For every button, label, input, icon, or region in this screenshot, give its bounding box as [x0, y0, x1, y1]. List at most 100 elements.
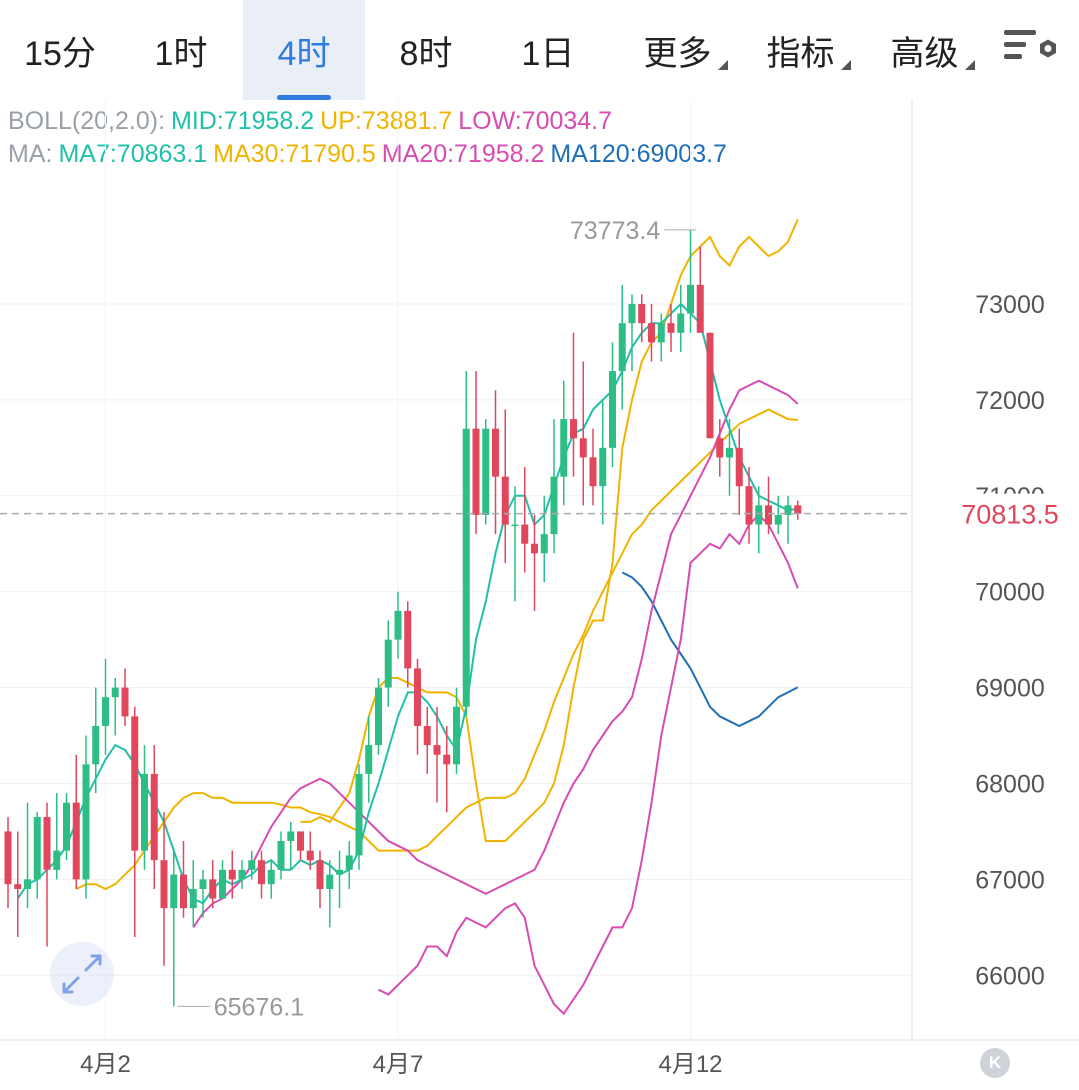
- candle-body: [345, 855, 353, 870]
- candle-body: [43, 817, 51, 870]
- tab-15m[interactable]: 15分: [0, 0, 120, 100]
- candle-body: [297, 831, 304, 851]
- candle-body: [501, 476, 509, 525]
- timeframe-tab-bar: 15分 1时 4时 8时 1日 更多 指标 高级: [0, 0, 1079, 100]
- candle-body: [716, 438, 724, 458]
- ma30-line: [75, 408, 798, 891]
- high-price-label: 73773.4: [570, 217, 660, 245]
- candle-body: [540, 534, 548, 554]
- candle-body: [111, 687, 119, 698]
- candle-body: [745, 486, 753, 525]
- tab-more[interactable]: 更多: [625, 0, 730, 100]
- candle-body: [706, 332, 714, 439]
- candle-body: [267, 869, 275, 885]
- candle-body: [794, 505, 802, 514]
- candle-body: [657, 323, 665, 343]
- candle-body: [209, 879, 217, 899]
- candle-body: [638, 304, 646, 324]
- last-price-label: 70813.5: [961, 500, 1059, 530]
- boll-upper-line: [300, 218, 799, 842]
- candle-body: [677, 313, 685, 333]
- dropdown-caret-icon: [965, 60, 975, 70]
- expand-chart-button[interactable]: [50, 942, 114, 1006]
- candle-body: [384, 639, 392, 688]
- candle-body: [248, 860, 256, 870]
- candle-body: [160, 860, 168, 909]
- price-tick-label: 73000: [975, 291, 1045, 319]
- candle-body: [609, 371, 616, 448]
- candle-body: [765, 505, 772, 525]
- price-tick-label: 69000: [975, 675, 1045, 703]
- candle-body: [121, 687, 129, 717]
- price-tick-label: 66000: [975, 962, 1045, 990]
- candle-body: [365, 745, 373, 774]
- candle-body: [4, 831, 12, 885]
- price-tick-label: 67000: [975, 866, 1045, 894]
- candle-body: [14, 884, 22, 889]
- candle-body: [687, 284, 694, 314]
- candle-body: [560, 419, 568, 477]
- tab-label: 1日: [521, 34, 575, 73]
- candle-body: [238, 869, 246, 880]
- candle-body: [277, 841, 285, 870]
- date-tick-label: 4月7: [373, 1051, 424, 1078]
- candle-body: [53, 850, 61, 870]
- candle-body: [628, 304, 636, 324]
- boll-lower-line: [378, 513, 799, 1016]
- candle-body: [375, 687, 382, 746]
- low-price-label: 65676.1: [214, 993, 304, 1021]
- candle-body: [219, 869, 226, 899]
- candle-body: [589, 457, 597, 487]
- tab-8h[interactable]: 8时: [365, 0, 487, 100]
- price-tick-label: 70000: [975, 579, 1045, 607]
- candle-body: [423, 725, 431, 746]
- candle-body: [618, 323, 626, 372]
- candlestick-chart[interactable]: 7300072000710007000069000680006700066000…: [0, 100, 1079, 1090]
- candle-body: [141, 773, 148, 851]
- tab-label: 高级: [890, 34, 959, 73]
- candle-body: [482, 428, 490, 515]
- candle-body: [316, 860, 324, 889]
- tab-4h[interactable]: 4时: [243, 0, 365, 100]
- candle-body: [511, 524, 519, 527]
- candle-body: [24, 879, 31, 889]
- candle-body: [170, 874, 178, 909]
- candle-body: [414, 668, 421, 726]
- candle-body: [531, 543, 538, 554]
- tab-advanced[interactable]: 高级: [872, 0, 977, 100]
- kline-toggle-button[interactable]: K: [980, 1048, 1010, 1078]
- chart-settings-icon[interactable]: [1002, 26, 1056, 74]
- candle-body: [287, 831, 295, 842]
- tab-label: 指标: [766, 34, 835, 73]
- candle-body: [453, 706, 460, 765]
- candle-body: [336, 869, 343, 875]
- candle-body: [82, 764, 90, 880]
- candle-body: [462, 428, 470, 707]
- date-tick-label: 4月12: [658, 1051, 722, 1078]
- candle-body: [306, 850, 314, 861]
- tab-label: 1时: [154, 34, 208, 73]
- candle-body: [735, 447, 743, 487]
- candle-body: [648, 323, 655, 343]
- dropdown-caret-icon: [718, 60, 728, 70]
- candle-body: [726, 447, 733, 458]
- expand-arrows-icon: [62, 954, 102, 994]
- tab-indicators[interactable]: 指标: [748, 0, 853, 100]
- candle-body: [755, 505, 763, 525]
- candle-body: [404, 610, 412, 669]
- candle-body: [33, 817, 41, 880]
- tab-label: 8时: [399, 34, 453, 73]
- candle-body: [570, 419, 577, 439]
- candle-body: [72, 802, 80, 880]
- dropdown-caret-icon: [841, 60, 851, 70]
- candle-body: [579, 438, 587, 458]
- candle-body: [472, 428, 480, 515]
- candle-body: [492, 428, 499, 477]
- tab-1h[interactable]: 1时: [120, 0, 242, 100]
- tab-label: 更多: [643, 34, 712, 73]
- candle-body: [150, 773, 158, 861]
- tab-1d[interactable]: 1日: [487, 0, 609, 100]
- date-tick-label: 4月2: [80, 1051, 131, 1078]
- price-tick-label: 72000: [975, 387, 1045, 415]
- candle-body: [667, 323, 675, 333]
